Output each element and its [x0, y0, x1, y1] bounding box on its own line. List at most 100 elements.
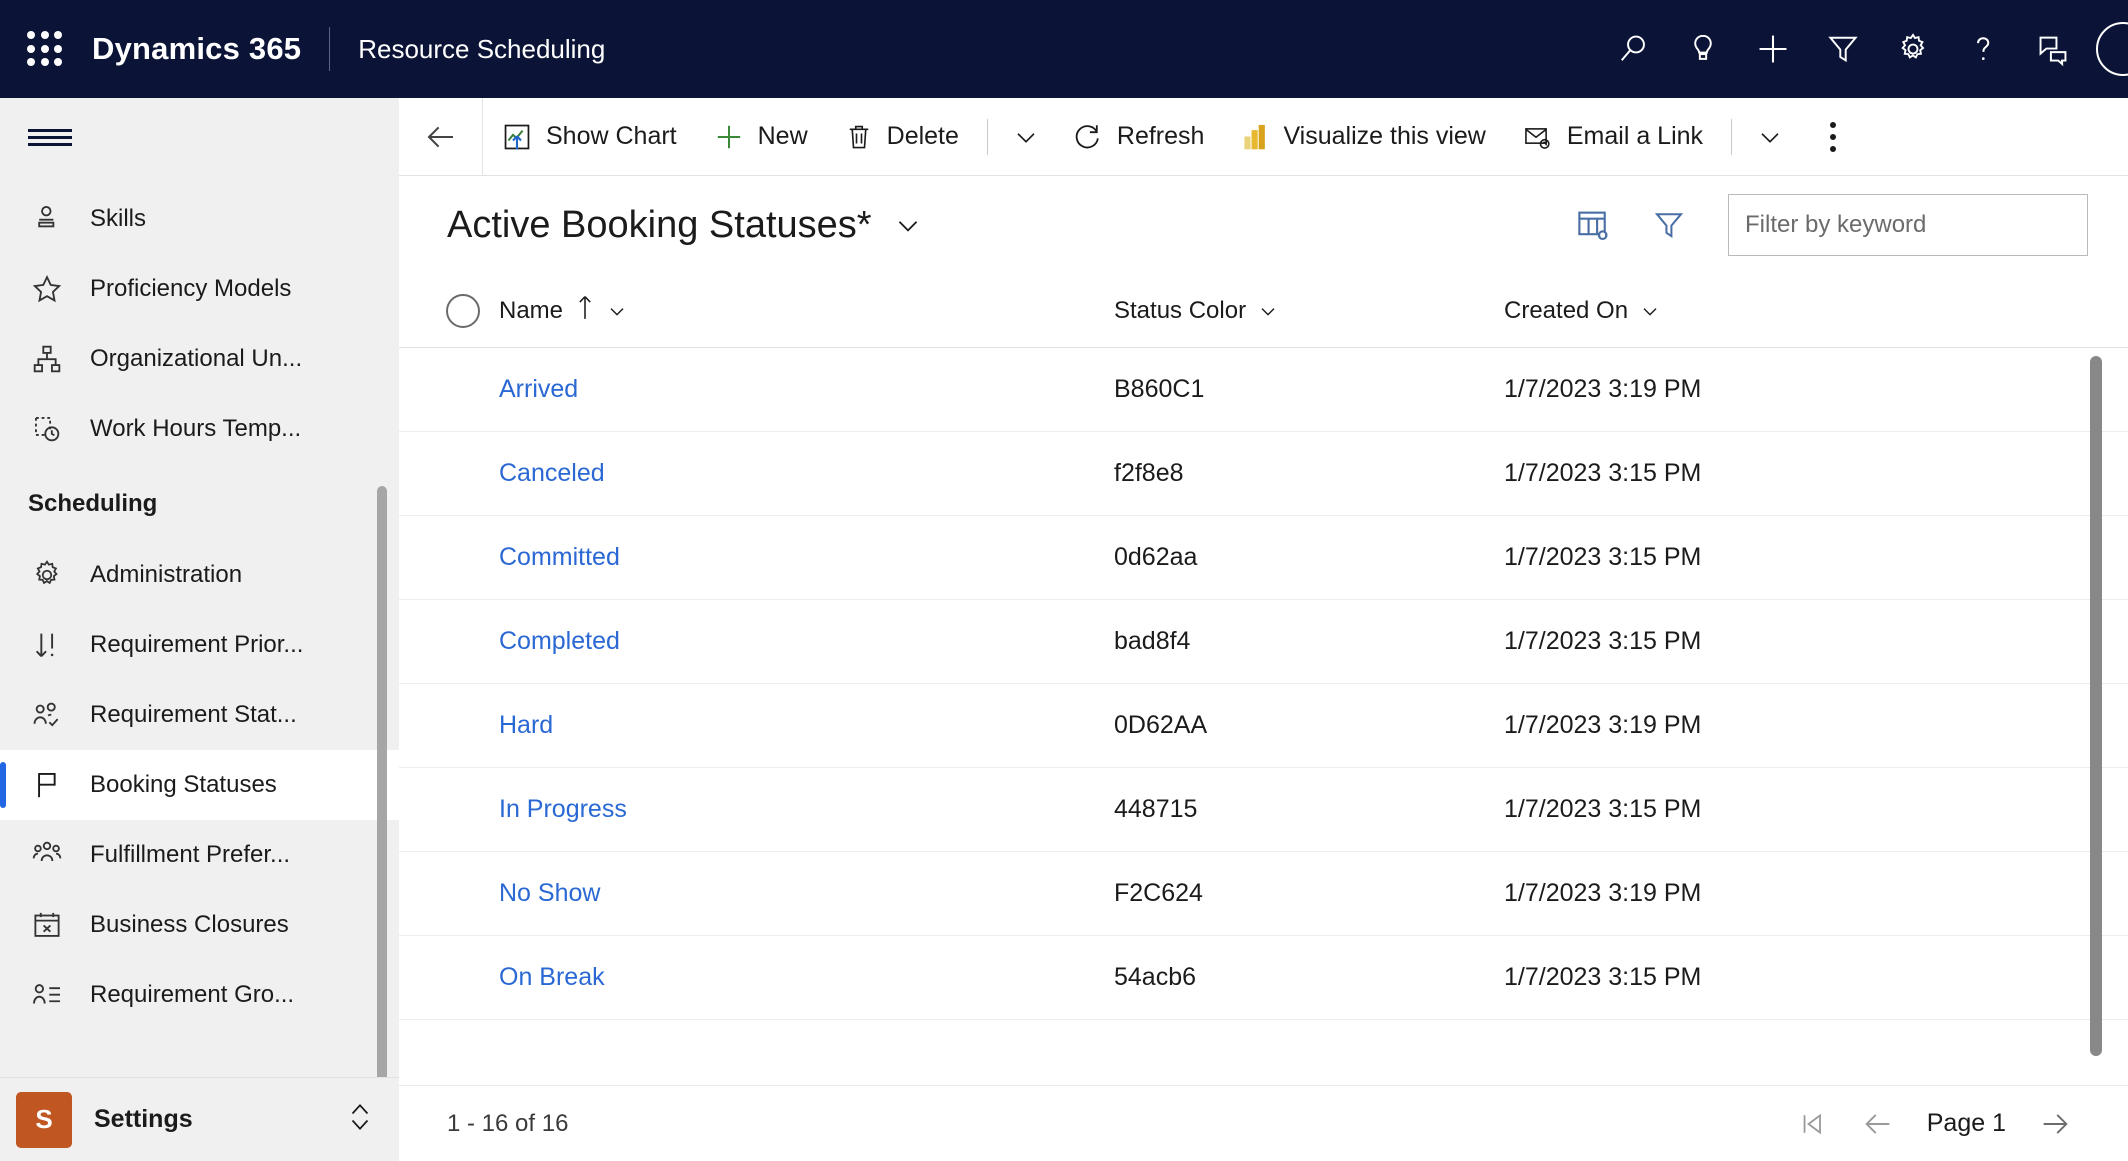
next-page-icon[interactable]	[2022, 1094, 2088, 1154]
sidebar-item-work-hours-templates[interactable]: Work Hours Temp...	[0, 394, 399, 464]
sidebar: Skills Proficiency Models Organizational…	[0, 98, 399, 1161]
delete-button[interactable]: Delete	[826, 98, 977, 176]
show-chart-button[interactable]: Show Chart	[483, 98, 695, 176]
sidebar-item-business-closures[interactable]: Business Closures	[0, 890, 399, 960]
sidebar-item-fulfillment-preferences[interactable]: Fulfillment Prefer...	[0, 820, 399, 890]
feedback-icon[interactable]	[2018, 16, 2088, 82]
row-created-on: 1/7/2023 3:15 PM	[1504, 795, 1702, 823]
back-arrow-icon[interactable]	[399, 97, 483, 176]
row-created-on: 1/7/2023 3:19 PM	[1504, 711, 1702, 739]
select-all-circle-icon[interactable]	[446, 293, 480, 328]
table-row[interactable]: In Progress 448715 1/7/2023 3:15 PM	[399, 768, 2128, 852]
sidebar-item-label: Requirement Stat...	[90, 701, 297, 728]
updown-chevron-icon[interactable]	[345, 1098, 375, 1141]
sidebar-scroll-region: Skills Proficiency Models Organizational…	[0, 176, 399, 1077]
table-row[interactable]: Completed bad8f4 1/7/2023 3:15 PM	[399, 600, 2128, 684]
new-button[interactable]: New	[695, 98, 826, 176]
sidebar-item-label: Fulfillment Prefer...	[90, 841, 291, 868]
command-divider-2	[1731, 118, 1733, 155]
column-header-label: Name	[499, 296, 564, 324]
sidebar-item-booking-statuses[interactable]: Booking Statuses	[0, 750, 399, 820]
flag-icon	[22, 768, 72, 802]
previous-page-icon[interactable]	[1845, 1094, 1911, 1154]
row-name-link[interactable]: In Progress	[499, 795, 627, 823]
settings-area-switcher[interactable]: S Settings	[0, 1077, 399, 1161]
refresh-icon	[1072, 121, 1104, 153]
sidebar-item-requirement-priorities[interactable]: Requirement Prior...	[0, 610, 399, 680]
table-row[interactable]: Hard 0D62AA 1/7/2023 3:19 PM	[399, 684, 2128, 768]
sidebar-item-label: Proficiency Models	[90, 275, 292, 302]
row-name-link[interactable]: On Break	[499, 963, 605, 991]
plus-icon[interactable]	[1738, 16, 1808, 82]
work-hours-icon	[22, 412, 72, 446]
sidebar-item-requirement-groups[interactable]: Requirement Gro...	[0, 960, 399, 1030]
gear-icon	[22, 558, 72, 592]
table-row[interactable]: Canceled f2f8e8 1/7/2023 3:15 PM	[399, 432, 2128, 516]
brand-title[interactable]: Dynamics 365	[92, 31, 301, 67]
row-name-link[interactable]: No Show	[499, 879, 600, 907]
sidebar-item-label: Booking Statuses	[90, 771, 277, 798]
row-status-color: 448715	[1114, 795, 1198, 823]
row-name-link[interactable]: Committed	[499, 543, 620, 571]
app-launcher-icon[interactable]	[22, 26, 68, 72]
chevron-down-icon[interactable]	[1256, 299, 1280, 323]
table-row[interactable]: Committed 0d62aa 1/7/2023 3:15 PM	[399, 516, 2128, 600]
gear-icon[interactable]	[1878, 16, 1948, 82]
column-header-created-on[interactable]: Created On	[1504, 297, 2128, 325]
email-a-link-label: Email a Link	[1566, 122, 1704, 150]
row-name-link[interactable]: Hard	[499, 711, 553, 739]
sidebar-scrollbar[interactable]	[377, 486, 387, 1077]
question-icon[interactable]	[1948, 16, 2018, 82]
more-vertical-icon[interactable]	[1798, 98, 1868, 176]
email-a-link-button[interactable]: Email a Link	[1504, 98, 1721, 176]
search-input[interactable]	[1745, 211, 2071, 239]
show-chart-icon	[501, 121, 533, 153]
grid-body: Arrived B860C1 1/7/2023 3:19 PM Canceled…	[399, 348, 2128, 1085]
funnel-filter-icon[interactable]	[1638, 194, 1700, 256]
column-header-name[interactable]: Name	[499, 294, 1114, 327]
view-selector-title[interactable]: Active Booking Statuses*	[447, 204, 872, 247]
row-created-on: 1/7/2023 3:19 PM	[1504, 879, 1702, 907]
sidebar-scroll-thumb[interactable]	[377, 486, 387, 1077]
chevron-down-icon[interactable]	[605, 299, 629, 323]
first-page-icon[interactable]	[1779, 1094, 1845, 1154]
view-header: Active Booking Statuses*	[399, 176, 2128, 274]
visualize-this-view-label: Visualize this view	[1283, 122, 1486, 150]
row-name-link[interactable]: Canceled	[499, 459, 605, 487]
app-name[interactable]: Resource Scheduling	[358, 34, 605, 65]
column-header-status-color[interactable]: Status Color	[1114, 297, 1504, 325]
sidebar-item-organizational-units[interactable]: Organizational Un...	[0, 324, 399, 394]
row-name-link[interactable]: Arrived	[499, 375, 578, 403]
arrow-up-icon	[575, 294, 595, 327]
search-icon[interactable]	[1598, 16, 1668, 82]
user-avatar[interactable]	[2096, 22, 2128, 76]
person-card-icon	[22, 202, 72, 236]
grid-scrollbar[interactable]	[2090, 356, 2102, 1085]
row-status-color: f2f8e8	[1114, 459, 1184, 487]
delete-chevron-down-icon[interactable]	[998, 98, 1054, 176]
row-name-link[interactable]: Completed	[499, 627, 620, 655]
sidebar-item-label: Requirement Prior...	[90, 631, 304, 658]
site-map-toggle[interactable]	[0, 98, 399, 176]
lightbulb-icon[interactable]	[1668, 16, 1738, 82]
sidebar-item-requirement-status[interactable]: Requirement Stat...	[0, 680, 399, 750]
sidebar-group-scheduling: Scheduling	[28, 490, 158, 517]
visualize-this-view-button[interactable]: Visualize this view	[1222, 98, 1503, 176]
table-row[interactable]: On Break 54acb6 1/7/2023 3:15 PM	[399, 936, 2128, 1020]
grid-scroll-thumb[interactable]	[2090, 356, 2102, 1056]
filter-keyword-box[interactable]	[1728, 194, 2088, 256]
sidebar-item-proficiency-models[interactable]: Proficiency Models	[0, 254, 399, 324]
refresh-button[interactable]: Refresh	[1054, 98, 1223, 176]
edit-columns-icon[interactable]	[1562, 194, 1624, 256]
select-all-cell	[427, 293, 499, 328]
filter-icon[interactable]	[1808, 16, 1878, 82]
table-row[interactable]: No Show F2C624 1/7/2023 3:19 PM	[399, 852, 2128, 936]
chevron-down-icon[interactable]	[1638, 299, 1662, 323]
sidebar-item-skills[interactable]: Skills	[0, 184, 399, 254]
view-selector-chevron-down-icon[interactable]	[892, 209, 924, 241]
settings-area-badge: S	[16, 1091, 72, 1148]
email-link-icon	[1522, 122, 1554, 152]
email-chevron-down-icon[interactable]	[1742, 98, 1798, 176]
table-row[interactable]: Arrived B860C1 1/7/2023 3:19 PM	[399, 348, 2128, 432]
sidebar-item-administration[interactable]: Administration	[0, 540, 399, 610]
